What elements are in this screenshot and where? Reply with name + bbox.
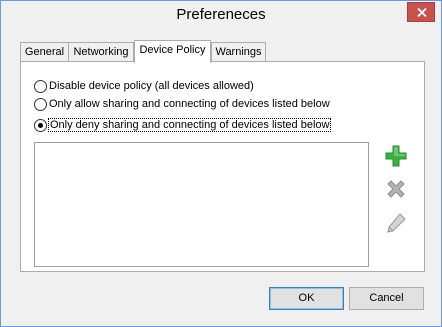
x-icon — [387, 180, 405, 198]
radio-button[interactable] — [34, 118, 47, 132]
window-title: Prefereneces — [176, 6, 266, 23]
tab-networking[interactable]: Networking — [68, 42, 134, 62]
preferences-window: Prefereneces General Networking Device P… — [0, 0, 442, 327]
tab-label: Warnings — [215, 46, 262, 58]
device-policy-panel: Disable device policy (all devices allow… — [20, 61, 425, 272]
add-device-button[interactable] — [384, 144, 408, 168]
tab-device-policy[interactable]: Device Policy — [134, 40, 211, 63]
radio-allow-listed[interactable]: Only allow sharing and connecting of dev… — [34, 96, 330, 112]
tab-label: Device Policy — [139, 44, 206, 56]
radio-button[interactable] — [34, 79, 47, 93]
radio-disable-policy[interactable]: Disable device policy (all devices allow… — [34, 78, 254, 94]
tab-general[interactable]: General — [20, 42, 69, 62]
close-icon — [417, 8, 427, 17]
close-button[interactable] — [407, 2, 435, 22]
edit-device-button[interactable] — [384, 212, 408, 236]
radio-label: Disable device policy (all devices allow… — [49, 80, 254, 92]
ok-button-label: OK — [298, 292, 315, 304]
tab-warnings[interactable]: Warnings — [211, 42, 266, 62]
remove-device-button[interactable] — [384, 177, 408, 201]
radio-deny-listed[interactable]: Only deny sharing and connecting of devi… — [34, 117, 332, 133]
tab-label: Networking — [73, 46, 129, 58]
tab-label: General — [24, 46, 65, 58]
radio-label: Only allow sharing and connecting of dev… — [49, 98, 330, 110]
title-bar[interactable]: Prefereneces — [1, 1, 441, 32]
pencil-icon — [387, 213, 406, 233]
cancel-button[interactable]: Cancel — [349, 287, 424, 310]
device-list[interactable] — [34, 142, 369, 267]
plus-icon — [385, 145, 407, 167]
cancel-button-label: Cancel — [369, 292, 404, 304]
radio-label: Only deny sharing and connecting of devi… — [47, 118, 332, 132]
ok-button[interactable]: OK — [269, 287, 344, 310]
radio-button[interactable] — [34, 97, 47, 111]
